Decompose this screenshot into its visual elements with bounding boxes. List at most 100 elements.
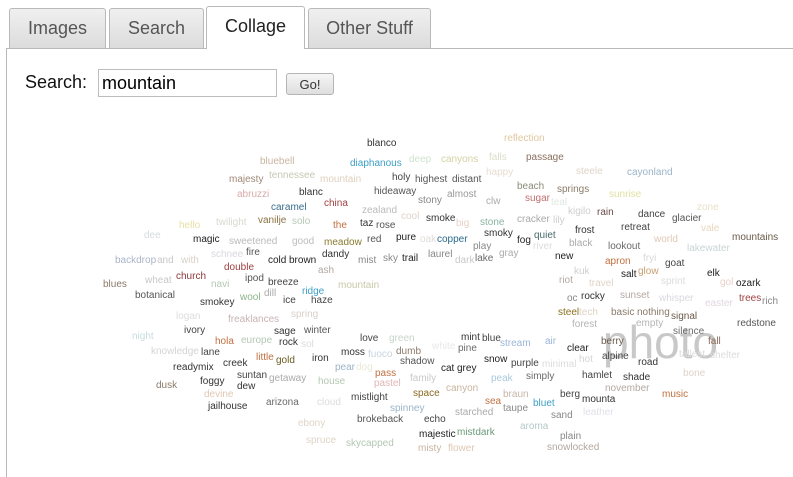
- word-cloud-word[interactable]: trees: [739, 293, 761, 304]
- word-cloud-word[interactable]: cracker: [517, 214, 550, 225]
- word-cloud-word[interactable]: play: [473, 241, 491, 252]
- word-cloud-word[interactable]: canyons: [441, 154, 478, 165]
- word-cloud-word[interactable]: tennessee: [269, 170, 315, 181]
- word-cloud-word[interactable]: pastel: [374, 378, 401, 389]
- word-cloud-word[interactable]: taz: [360, 218, 373, 229]
- word-cloud-word[interactable]: breeze: [268, 277, 299, 288]
- word-cloud-word[interactable]: road: [638, 357, 658, 368]
- word-cloud-word[interactable]: family: [410, 373, 436, 384]
- word-cloud-word[interactable]: oc: [567, 293, 578, 304]
- word-cloud-word[interactable]: foggy: [200, 376, 224, 387]
- word-cloud-word[interactable]: cloud: [317, 397, 341, 408]
- word-cloud-word[interactable]: highest: [415, 174, 447, 185]
- word-cloud-word[interactable]: new: [555, 251, 573, 262]
- word-cloud-word[interactable]: brown: [289, 255, 316, 266]
- word-cloud-word[interactable]: sol: [301, 339, 314, 350]
- word-cloud-word[interactable]: fire: [246, 247, 260, 258]
- word-cloud-word[interactable]: mint: [461, 332, 480, 343]
- word-cloud-word[interactable]: china: [324, 198, 348, 209]
- word-cloud-word[interactable]: backdrop: [115, 255, 156, 266]
- word-cloud-word[interactable]: glacier: [672, 213, 701, 224]
- word-cloud-word[interactable]: diaphanous: [350, 158, 402, 169]
- word-cloud-word[interactable]: fall: [708, 336, 721, 347]
- word-cloud-word[interactable]: meadow: [324, 237, 362, 248]
- word-cloud-word[interactable]: sand: [551, 410, 573, 421]
- word-cloud-word[interactable]: lookout: [608, 241, 640, 252]
- word-cloud-word[interactable]: schnee: [211, 249, 243, 260]
- word-cloud-word[interactable]: space: [413, 388, 440, 399]
- word-cloud-word[interactable]: sunrise: [609, 189, 641, 200]
- word-cloud-word[interactable]: mistdark: [457, 427, 495, 438]
- word-cloud-word[interactable]: rich: [762, 296, 778, 307]
- word-cloud-word[interactable]: lake: [475, 253, 493, 264]
- word-cloud-word[interactable]: springs: [557, 184, 589, 195]
- word-cloud-word[interactable]: brokeback: [357, 414, 403, 425]
- word-cloud-word[interactable]: little: [256, 352, 274, 363]
- word-cloud-word[interactable]: almost: [447, 189, 476, 200]
- word-cloud-word[interactable]: lane: [201, 347, 220, 358]
- word-cloud-word[interactable]: suntan: [237, 370, 267, 381]
- word-cloud-word[interactable]: fuoco: [368, 349, 392, 360]
- word-cloud-word[interactable]: starched: [455, 407, 493, 418]
- word-cloud-word[interactable]: deep: [409, 154, 431, 165]
- word-cloud-word[interactable]: botanical: [135, 290, 175, 301]
- word-cloud-word[interactable]: red: [367, 234, 381, 245]
- word-cloud-word[interactable]: shade: [623, 372, 650, 383]
- word-cloud-word[interactable]: riot: [559, 275, 573, 286]
- word-cloud-word[interactable]: blanco: [367, 138, 396, 149]
- word-cloud-word[interactable]: knowledge: [151, 346, 199, 357]
- word-cloud-word[interactable]: ash: [318, 265, 334, 276]
- word-cloud-word[interactable]: ebony: [298, 418, 325, 429]
- word-cloud-word[interactable]: purple: [511, 358, 539, 369]
- word-cloud-word[interactable]: the: [333, 220, 347, 231]
- word-cloud-word[interactable]: tech: [579, 307, 598, 318]
- word-cloud-word[interactable]: gray: [499, 248, 518, 259]
- word-cloud-word[interactable]: white: [432, 341, 455, 352]
- word-cloud-word[interactable]: dark: [455, 255, 474, 266]
- word-cloud-word[interactable]: river: [533, 241, 552, 252]
- word-cloud-word[interactable]: oak: [420, 234, 436, 245]
- tab-search[interactable]: Search: [109, 8, 204, 48]
- word-cloud-word[interactable]: mist: [358, 255, 376, 266]
- word-cloud-word[interactable]: readymix: [173, 362, 214, 373]
- word-cloud-word[interactable]: easter: [705, 298, 733, 309]
- word-cloud-word[interactable]: dee: [144, 230, 161, 241]
- search-input[interactable]: [98, 69, 277, 97]
- word-cloud-word[interactable]: hola: [215, 336, 234, 347]
- word-cloud-word[interactable]: navi: [211, 279, 229, 290]
- word-cloud-word[interactable]: signal: [671, 311, 697, 322]
- word-cloud-word[interactable]: hideaway: [374, 186, 416, 197]
- word-cloud-word[interactable]: sprint: [661, 276, 685, 287]
- word-cloud-word[interactable]: pine: [458, 343, 477, 354]
- word-cloud-word[interactable]: plain: [560, 431, 581, 442]
- word-cloud-word[interactable]: dill: [264, 288, 276, 299]
- word-cloud-word[interactable]: spring: [291, 309, 318, 320]
- word-cloud-word[interactable]: clw: [486, 196, 500, 207]
- word-cloud-word[interactable]: clear: [567, 343, 589, 354]
- word-cloud-word[interactable]: bone: [683, 368, 705, 379]
- word-cloud-word[interactable]: cayonland: [627, 167, 673, 178]
- word-cloud-word[interactable]: stone: [480, 217, 504, 228]
- word-cloud-word[interactable]: sweetened: [229, 236, 277, 247]
- word-cloud-word[interactable]: sunset: [620, 290, 649, 301]
- word-cloud-word[interactable]: trail: [402, 253, 418, 264]
- word-cloud-word[interactable]: frost: [575, 225, 594, 236]
- word-cloud-word[interactable]: snow: [484, 354, 507, 365]
- word-cloud-word[interactable]: gold: [276, 355, 295, 366]
- tab-other-stuff[interactable]: Other Stuff: [308, 8, 431, 48]
- word-cloud-word[interactable]: lakewater: [687, 243, 730, 254]
- word-cloud-word[interactable]: caramel: [271, 202, 307, 213]
- word-cloud-word[interactable]: teal: [551, 197, 567, 208]
- word-cloud-word[interactable]: double: [224, 262, 254, 273]
- word-cloud-word[interactable]: green: [389, 333, 415, 344]
- word-cloud-word[interactable]: bluet: [533, 398, 555, 409]
- word-cloud-word[interactable]: getaway: [269, 373, 306, 384]
- word-cloud-word[interactable]: braun: [503, 389, 529, 400]
- word-cloud-word[interactable]: dandy: [322, 249, 349, 260]
- word-cloud-word[interactable]: gol: [720, 277, 733, 288]
- word-cloud-word[interactable]: holy: [392, 172, 410, 183]
- word-cloud-word[interactable]: alpine: [602, 351, 629, 362]
- word-cloud-word[interactable]: twilight: [216, 217, 247, 228]
- word-cloud-word[interactable]: church: [176, 271, 206, 282]
- word-cloud-word[interactable]: mountain: [320, 174, 361, 185]
